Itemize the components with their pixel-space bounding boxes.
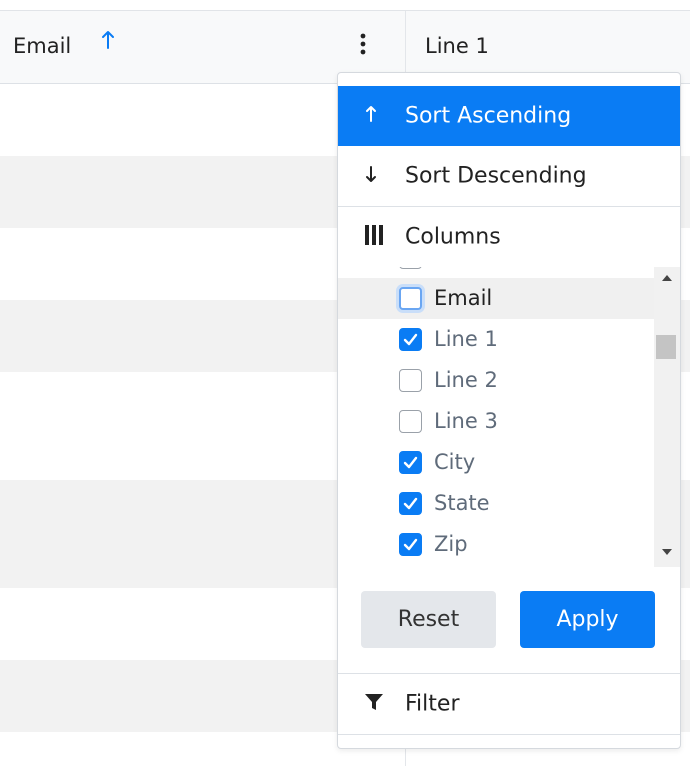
checkmark-icon (403, 497, 418, 510)
column-checkbox-city[interactable] (399, 451, 422, 474)
checkmark-icon (403, 456, 418, 469)
columns-label: Columns (405, 224, 501, 250)
column-label: City (434, 450, 476, 474)
scroll-down-arrow-icon[interactable] (662, 549, 672, 555)
checkmark-icon (403, 538, 418, 551)
column-checkbox-zip[interactable] (399, 533, 422, 556)
menu-divider (338, 734, 680, 735)
column-label: Zip (434, 532, 468, 556)
apply-button[interactable]: Apply (520, 591, 655, 648)
filter-menu-item[interactable]: Filter (338, 674, 680, 734)
arrow-down-icon (364, 164, 378, 188)
list-item[interactable]: City (338, 442, 654, 483)
column-menu: Sort Ascending Sort Descending Columns E… (337, 72, 681, 749)
scrollbar-thumb[interactable] (656, 335, 676, 359)
list-item[interactable]: Line 3 (338, 401, 654, 442)
filter-icon (364, 692, 384, 716)
sort-ascending-label: Sort Ascending (405, 103, 572, 129)
arrow-up-icon (364, 104, 378, 128)
column-label: Line 3 (434, 409, 498, 433)
reset-button[interactable]: Reset (361, 591, 496, 648)
columns-menu-item[interactable]: Columns (338, 207, 680, 267)
list-item[interactable]: Line 1 (338, 319, 654, 360)
list-item[interactable]: State (338, 483, 654, 524)
columns-icon (364, 224, 384, 250)
column-checkbox-line3[interactable] (399, 410, 422, 433)
column-label: State (434, 491, 490, 515)
column-header-email[interactable]: Email (13, 34, 71, 58)
sort-descending-menu-item[interactable]: Sort Descending (338, 146, 680, 206)
scroll-up-arrow-icon[interactable] (662, 275, 672, 281)
column-checkbox-state[interactable] (399, 492, 422, 515)
column-label: Email (434, 286, 493, 310)
column-label: Line 1 (434, 327, 498, 351)
column-label: Line 2 (434, 368, 498, 392)
checkmark-icon (403, 333, 418, 346)
column-checkbox[interactable] (399, 267, 422, 269)
list-item[interactable]: Email (338, 278, 654, 319)
filter-label: Filter (405, 691, 460, 717)
sort-ascending-indicator-icon[interactable] (100, 30, 116, 54)
column-menu-kebab-icon[interactable] (355, 32, 371, 60)
list-item[interactable] (338, 267, 654, 278)
sort-ascending-menu-item[interactable]: Sort Ascending (338, 86, 680, 146)
sort-descending-label: Sort Descending (405, 163, 587, 189)
column-checkbox-line2[interactable] (399, 369, 422, 392)
column-visibility-list[interactable]: Email Line 1 Line 2 Line 3 City State Zi… (338, 267, 680, 567)
list-item[interactable]: Line 2 (338, 360, 654, 401)
column-list-scrollbar[interactable] (654, 267, 680, 567)
column-checkbox-line1[interactable] (399, 328, 422, 351)
column-checkbox-email[interactable] (399, 287, 422, 310)
column-header-line1[interactable]: Line 1 (425, 34, 489, 58)
list-item[interactable]: Zip (338, 524, 654, 565)
